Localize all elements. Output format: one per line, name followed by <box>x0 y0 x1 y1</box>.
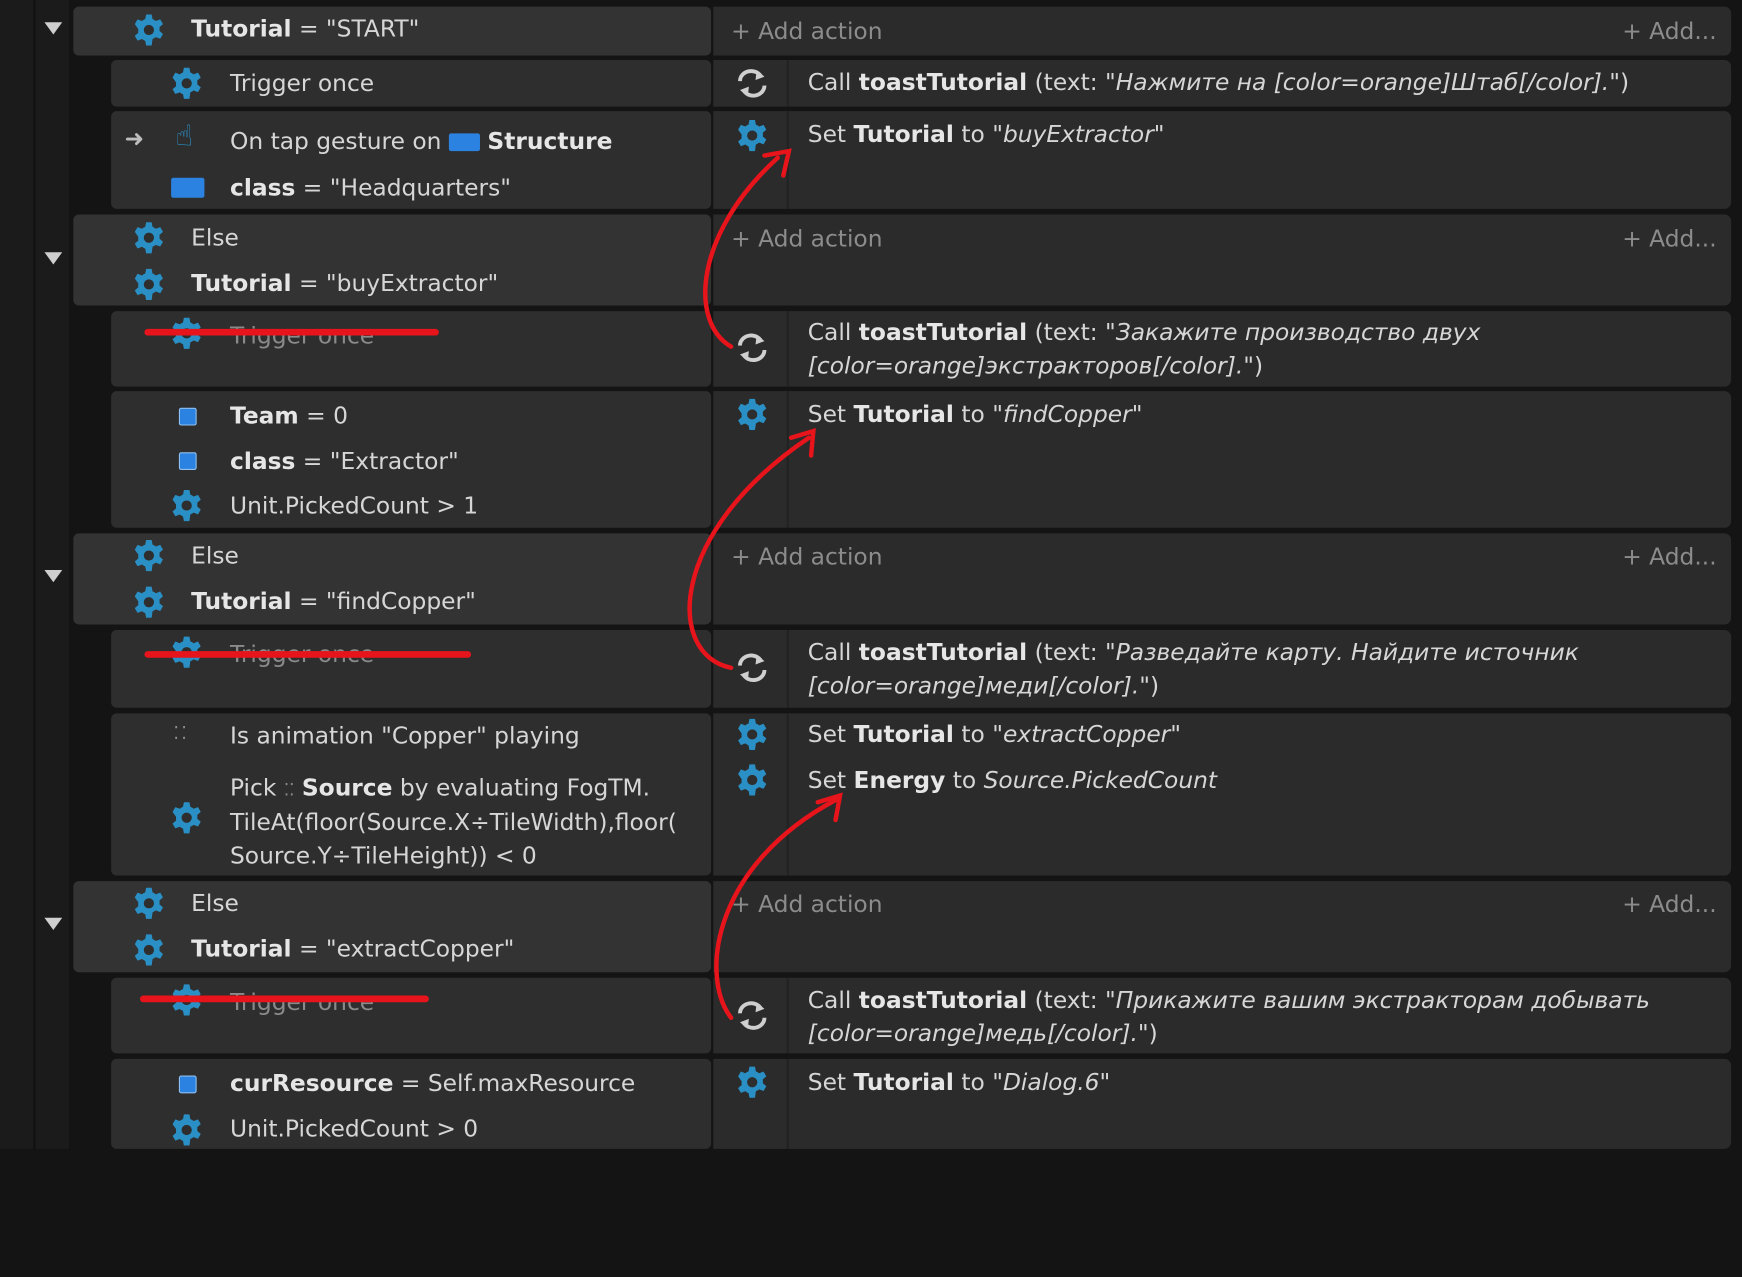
condition-tutorial-start[interactable]: Tutorial = "START" <box>191 16 419 43</box>
collapse-toggle-event-1[interactable] <box>44 22 63 35</box>
action-set-tutorial[interactable]: Set Tutorial to "findCopper" <box>808 401 1143 428</box>
condition-pick-source-line2: TileAt(floor(Source.X÷TileWidth),floor( <box>229 808 677 836</box>
add-action-link[interactable]: + Add action <box>731 18 882 45</box>
gear-icon <box>131 932 167 968</box>
action-call-toast[interactable]: Call toastTutorial (text: "Нажмите на [c… <box>808 69 1629 96</box>
action-set-tutorial[interactable]: Set Tutorial to "Dialog.6" <box>808 1069 1110 1096</box>
unit-object-icon <box>178 1075 197 1094</box>
gear-icon <box>169 488 205 524</box>
action-call-toast[interactable]: Call toastTutorial (text: "Закажите прои… <box>808 319 1481 346</box>
condition-pick-source[interactable]: Pick ⁚⁚ Source by evaluating FogTM. <box>230 774 650 801</box>
action-call-toast-line2: [color=orange]меди[/color].") <box>807 672 1160 699</box>
action-call-toast[interactable]: Call toastTutorial (text: "Разведайте ка… <box>808 639 1579 666</box>
action-call-toast-line2: [color=orange]медь[/color].") <box>807 1019 1158 1047</box>
condition-on-tap[interactable]: On tap gesture on Structure <box>230 128 612 155</box>
condition-class-extractor[interactable]: class = "Extractor" <box>230 448 459 475</box>
gear-icon <box>131 584 167 620</box>
add-link[interactable]: + Add... <box>1622 18 1716 45</box>
event-sheet-layer: Tutorial = "START" + Add action + Add...… <box>0 0 1742 1149</box>
action-call-toast[interactable]: Call toastTutorial (text: "Прикажите ваш… <box>808 987 1650 1014</box>
condition-tutorial-buyextractor[interactable]: Tutorial = "buyExtractor" <box>191 270 498 297</box>
add-action-link[interactable]: + Add action <box>731 226 882 253</box>
gear-icon <box>734 762 770 798</box>
add-link[interactable]: + Add... <box>1622 543 1716 570</box>
gear-icon <box>169 66 205 102</box>
condition-picked-count[interactable]: Unit.PickedCount > 0 <box>230 1116 478 1143</box>
else-label[interactable]: Else <box>191 542 239 569</box>
gear-icon <box>131 220 167 256</box>
collapse-toggle-event-3[interactable] <box>44 569 63 583</box>
condition-tutorial-findcopper[interactable]: Tutorial = "findCopper" <box>191 588 476 615</box>
condition-team[interactable]: Team = 0 <box>230 402 348 429</box>
gear-icon <box>169 1112 205 1148</box>
sprite-dots-icon: ⁚⁚ <box>173 722 190 744</box>
collapse-toggle-event-2[interactable] <box>44 252 63 265</box>
event-sheet: Tutorial = "START" + Add action + Add...… <box>0 0 1742 1277</box>
condition-pick-source-line3: Source.Y÷TileHeight)) < 0 <box>229 842 537 869</box>
gear-icon <box>734 717 770 753</box>
red-strike-annotation <box>144 651 472 658</box>
condition-trigger-once[interactable]: Trigger once <box>230 70 374 97</box>
gear-icon <box>734 1064 770 1100</box>
else-label[interactable]: Else <box>191 224 239 251</box>
add-action-link[interactable]: + Add action <box>731 543 882 570</box>
add-link[interactable]: + Add... <box>1622 891 1716 918</box>
action-set-energy[interactable]: Set Energy to Source.PickedCount <box>808 767 1217 794</box>
gear-icon <box>169 800 205 836</box>
arrow-right-icon: ➜ <box>124 125 145 153</box>
gear-icon <box>131 12 167 48</box>
condition-animation-copper[interactable]: Is animation "Copper" playing <box>230 722 580 749</box>
action-call-toast-line2: [color=orange]экстракторов[/color].") <box>807 352 1264 379</box>
loop-icon <box>733 649 771 687</box>
gear-icon <box>131 538 167 574</box>
red-strike-annotation <box>139 995 429 1003</box>
gear-icon <box>734 397 770 433</box>
loop-icon <box>733 329 771 367</box>
condition-tutorial-extractcopper[interactable]: Tutorial = "extractCopper" <box>191 936 514 963</box>
else-label[interactable]: Else <box>191 890 239 917</box>
loop-icon <box>733 64 771 102</box>
add-action-link[interactable]: + Add action <box>731 891 882 918</box>
unit-object-icon <box>178 407 197 426</box>
gear-icon <box>734 118 770 154</box>
condition-class-hq[interactable]: class = "Headquarters" <box>230 174 511 201</box>
condition-picked-count[interactable]: Unit.PickedCount > 1 <box>230 492 478 519</box>
action-set-tutorial[interactable]: Set Tutorial to "extractCopper" <box>808 721 1181 748</box>
collapse-toggle-event-4[interactable] <box>44 917 63 930</box>
loop-icon <box>733 997 771 1035</box>
red-strike-annotation <box>144 328 439 336</box>
gear-icon <box>131 267 167 303</box>
tap-gesture-icon: ☝ <box>175 119 194 154</box>
action-set-tutorial[interactable]: Set Tutorial to "buyExtractor" <box>808 121 1165 148</box>
structure-object-icon <box>171 177 205 198</box>
condition-curresource[interactable]: curResource = Self.maxResource <box>230 1070 635 1097</box>
unit-object-icon <box>178 452 197 470</box>
gear-icon <box>131 886 167 922</box>
add-link[interactable]: + Add... <box>1622 226 1716 253</box>
